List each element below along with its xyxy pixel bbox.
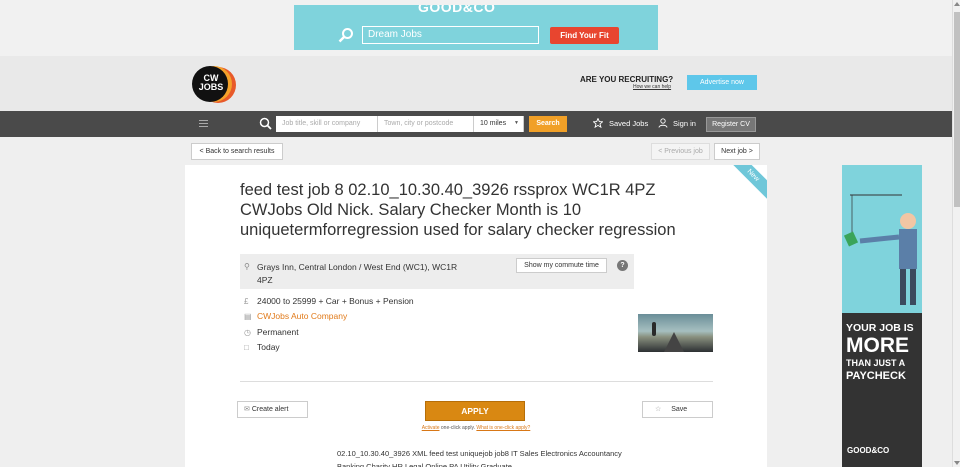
sign-in-link[interactable]: Sign in (673, 119, 696, 128)
company-link[interactable]: CWJobs Auto Company (257, 311, 347, 321)
activate-link[interactable]: Activate (422, 425, 440, 431)
search-button[interactable]: Search (529, 116, 567, 132)
ad-search-input[interactable]: Dream Jobs (362, 26, 539, 44)
how-we-help-link[interactable]: How we can help (633, 84, 671, 90)
cwjobs-logo[interactable]: CW JOBS (192, 66, 242, 103)
apply-button[interactable]: APPLY (425, 401, 525, 421)
search-icon (259, 117, 272, 130)
posted-row: □ Today (244, 342, 280, 352)
new-badge: New (727, 165, 767, 202)
next-job-button[interactable]: Next job > (714, 143, 760, 160)
show-commute-button[interactable]: Show my commute time (516, 258, 607, 273)
recruiting-heading: ARE YOU RECRUITING? (580, 75, 674, 84)
search-icon (338, 28, 353, 43)
divider (240, 381, 713, 382)
ad-footer-logo: GOOD&CO (847, 446, 890, 455)
scroll-up-arrow[interactable] (954, 2, 960, 6)
calendar-icon: □ (244, 343, 249, 352)
previous-job-button[interactable]: < Previous job (651, 143, 710, 160)
location-box: ⚲ Grays Inn, Central London / West End (… (240, 254, 634, 289)
register-cv-button[interactable]: Register CV (706, 117, 756, 132)
menu-icon[interactable] (199, 120, 208, 127)
top-banner-ad[interactable]: GOOD&CO Dream Jobs Find Your Fit (294, 5, 658, 50)
company-row: ▤ CWJobs Auto Company (244, 311, 347, 321)
radius-select[interactable]: 10 miles ▼ (474, 116, 524, 132)
clock-icon: ◷ (244, 328, 251, 337)
location-input[interactable]: Town, city or postcode (378, 116, 474, 132)
star-icon (593, 118, 603, 128)
job-location: Grays Inn, Central London / West End (WC… (257, 262, 458, 285)
scroll-down-arrow[interactable] (954, 461, 960, 465)
user-icon (658, 118, 668, 128)
site-header: CW JOBS ARE YOU RECRUITING? How we can he… (0, 56, 952, 111)
scroll-thumb[interactable] (954, 12, 960, 207)
pound-icon: £ (244, 297, 249, 306)
vertical-scrollbar[interactable] (952, 0, 960, 467)
job-title: feed test job 8 02.10_10.30.40_3926 rssp… (240, 181, 676, 239)
help-icon[interactable]: ? (617, 260, 628, 271)
ad-logo: GOOD&CO (418, 5, 496, 15)
salary-row: £24000 to 25999 + Car + Bonus + Pension (244, 296, 414, 306)
keyword-input[interactable]: Job title, skill or company (276, 116, 378, 132)
side-banner-ad[interactable]: YOUR JOB IS MORE THAN JUST A PAYCHECK GO… (842, 165, 922, 467)
find-your-fit-button[interactable]: Find Your Fit (550, 27, 619, 44)
job-type: Permanent (257, 327, 299, 337)
top-ad-container: GOOD&CO Dream Jobs Find Your Fit (0, 0, 952, 56)
map-pin-icon: ⚲ (244, 262, 250, 271)
star-icon: ☆ (655, 406, 662, 413)
what-is-one-click-link[interactable]: What is one-click apply? (476, 425, 530, 431)
ad-illustration (842, 165, 922, 313)
advertise-now-button[interactable]: Advertise now (687, 75, 757, 90)
saved-jobs-link[interactable]: Saved Jobs (609, 119, 648, 128)
mail-icon: ✉ (244, 406, 250, 413)
back-to-results-button[interactable]: < Back to search results (191, 143, 283, 160)
posted-date: Today (257, 342, 280, 352)
job-salary: 24000 to 25999 + Car + Bonus + Pension (257, 296, 414, 306)
chevron-down-icon: ▼ (514, 120, 519, 126)
building-icon: ▤ (244, 312, 252, 321)
job-description: 02.10_10.30.40_3926 XML feed test unique… (337, 449, 622, 467)
job-detail-card: New feed test job 8 02.10_10.30.40_3926 … (185, 165, 767, 467)
company-image (638, 314, 713, 352)
ad-headline: YOUR JOB IS MORE THAN JUST A PAYCHECK (846, 322, 914, 382)
save-job-button[interactable]: ☆ Save (642, 401, 713, 418)
search-nav-bar: Job title, skill or company Town, city o… (0, 111, 952, 137)
one-click-apply-note: Activate one-click apply. What is one-cl… (421, 425, 531, 431)
job-type-row: ◷ Permanent (244, 327, 299, 337)
create-alert-button[interactable]: ✉ Create alert (237, 401, 308, 418)
